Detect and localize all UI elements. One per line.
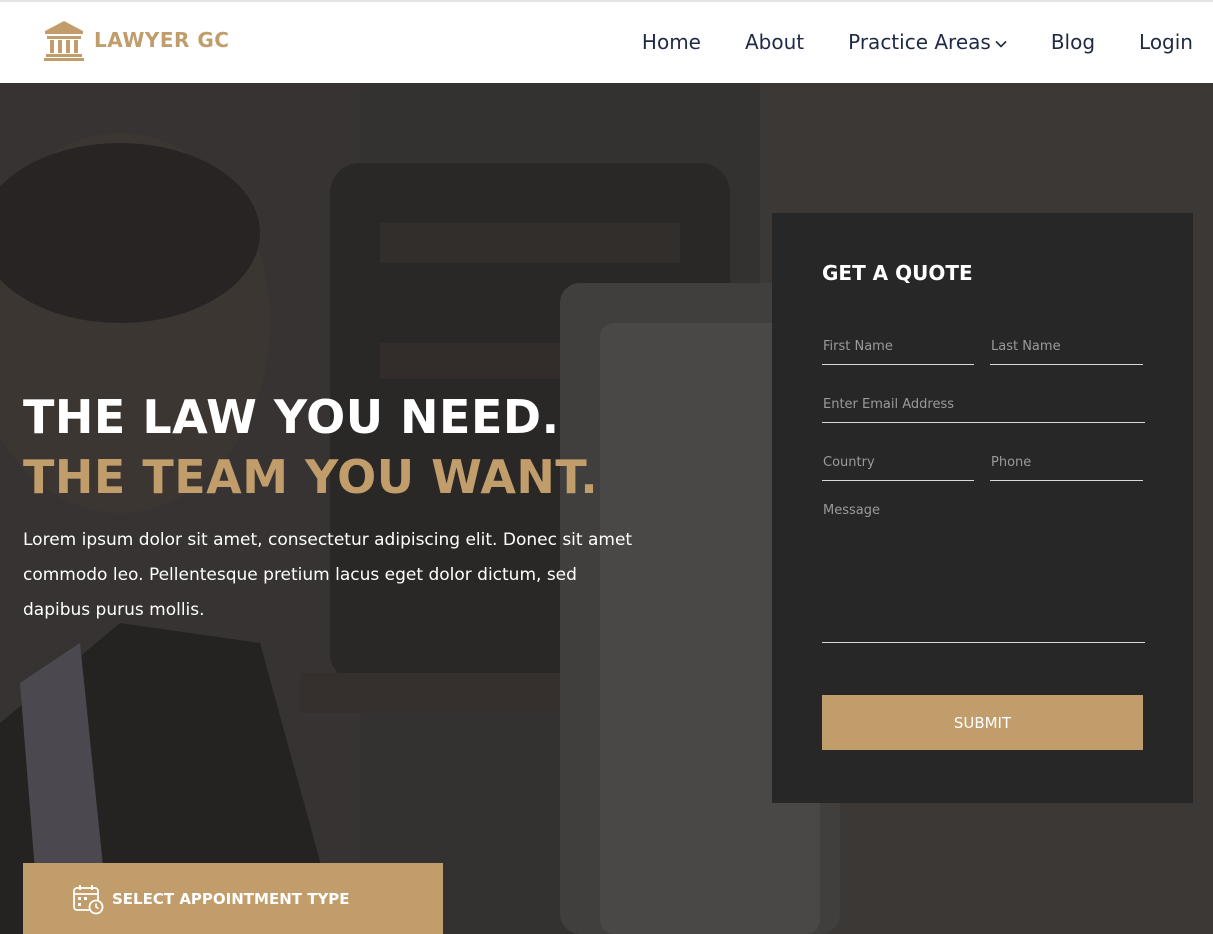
quote-form-title: GET A QUOTE bbox=[822, 261, 973, 285]
country-input[interactable] bbox=[822, 445, 974, 481]
main-nav: Home About Practice Areas Blog Login bbox=[642, 30, 1193, 54]
hero-description: Lorem ipsum dolor sit amet, consectetur … bbox=[23, 530, 633, 620]
nav-item-label: Home bbox=[641, 30, 701, 54]
nav-item-home[interactable]: Home bbox=[642, 30, 701, 54]
hero-title-line-2: THE TEAM YOU WANT. bbox=[23, 450, 599, 504]
hero-title-line-1: THE LAW YOU NEED. bbox=[23, 390, 560, 444]
message-textarea[interactable] bbox=[822, 503, 1145, 643]
nav-item-label: Practice Areas bbox=[848, 30, 991, 54]
submit-button[interactable]: SUBMIT bbox=[822, 695, 1143, 750]
calendar-clock-icon bbox=[73, 884, 104, 914]
select-appointment-label: SELECT APPOINTMENT TYPE bbox=[112, 889, 350, 908]
quote-form: GET A QUOTE SUBMIT bbox=[772, 213, 1193, 803]
nav-item-about[interactable]: About bbox=[745, 30, 804, 54]
hero-section: THE LAW YOU NEED. THE TEAM YOU WANT. Lor… bbox=[0, 83, 1213, 934]
last-name-input[interactable] bbox=[990, 329, 1143, 365]
nav-item-practice-areas[interactable]: Practice Areas bbox=[848, 30, 1007, 54]
brand-logo[interactable]: LAWYER GC bbox=[42, 18, 230, 62]
nav-item-label: About bbox=[744, 30, 805, 54]
first-name-input[interactable] bbox=[822, 329, 974, 365]
email-input[interactable] bbox=[822, 387, 1145, 423]
select-appointment-button[interactable]: SELECT APPOINTMENT TYPE bbox=[23, 863, 443, 934]
chevron-down-icon bbox=[995, 40, 1007, 48]
phone-input[interactable] bbox=[990, 445, 1143, 481]
courthouse-icon bbox=[44, 21, 84, 61]
nav-item-blog[interactable]: Blog bbox=[1051, 30, 1095, 54]
site-header: LAWYER GC Home About Practice Areas Blog… bbox=[0, 0, 1213, 83]
nav-item-login[interactable]: Login bbox=[1139, 30, 1193, 54]
nav-item-label: Login bbox=[1139, 30, 1193, 54]
nav-item-label: Blog bbox=[1050, 30, 1096, 54]
brand-name: LAWYER GC bbox=[94, 28, 230, 52]
